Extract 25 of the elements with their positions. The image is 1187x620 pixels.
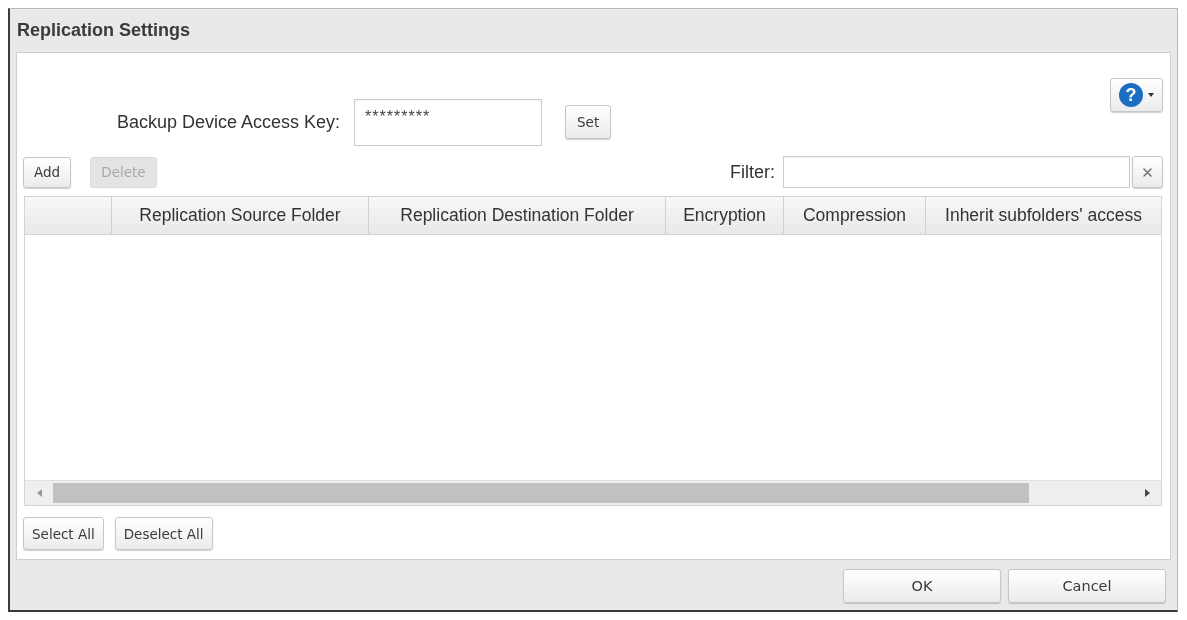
filter-field[interactable] xyxy=(783,156,1130,188)
column-header[interactable]: Compression xyxy=(784,197,926,234)
dialog-button[interactable]: OK xyxy=(843,569,1001,603)
access-key-field[interactable]: ********* xyxy=(354,99,543,146)
set-button[interactable]: Set xyxy=(565,104,612,139)
column-header[interactable]: Replication Source Folder xyxy=(112,197,369,234)
clear-filter-button[interactable] xyxy=(1132,156,1163,188)
access-key-label: Backup Device Access Key: xyxy=(117,112,341,133)
column-header[interactable]: Inherit subfolders' access xyxy=(926,197,1161,234)
window-title: Replication Settings xyxy=(17,20,191,41)
dialog-button[interactable]: Cancel xyxy=(1008,569,1166,603)
scrollbar-thumb[interactable] xyxy=(53,483,1029,503)
selection-button[interactable]: Select All xyxy=(23,517,104,550)
column-header[interactable]: Replication Destination Folder xyxy=(369,197,666,234)
horizontal-scrollbar[interactable] xyxy=(25,480,1161,505)
caret-icon xyxy=(1148,93,1154,97)
right-arrow-icon[interactable] xyxy=(1144,489,1150,497)
selection-button[interactable]: Deselect All xyxy=(114,517,213,550)
left-arrow-icon[interactable] xyxy=(36,489,42,497)
help-icon: ? xyxy=(1119,83,1143,107)
filter-label: Filter: xyxy=(730,161,775,183)
close-icon xyxy=(1143,167,1152,177)
column-header[interactable]: Encryption xyxy=(666,197,784,234)
help-button[interactable]: ? xyxy=(1110,78,1163,112)
toolbar-button[interactable]: Add xyxy=(23,156,71,188)
